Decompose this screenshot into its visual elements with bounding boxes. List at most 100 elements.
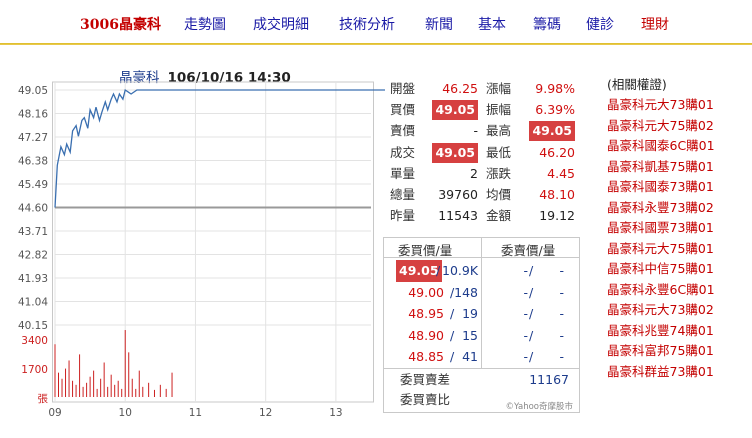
quote-label: 總量 [390, 187, 416, 202]
quote-label: 成交 [390, 144, 416, 160]
x-tick-label: 10 [119, 407, 132, 419]
volume-tick-label: 1700 [21, 364, 48, 376]
ask-separator: / [529, 327, 534, 343]
quote-value: 46.25 [442, 81, 478, 96]
y-tick-label: 47.27 [18, 132, 48, 144]
nav-tab-health[interactable]: 健診 [586, 16, 614, 34]
quote-label: 昨量 [390, 208, 416, 224]
ask-separator: / [529, 263, 534, 278]
quote-row: 成交 49.05 最低 46.20 [386, 142, 581, 163]
nav-tab-technical[interactable]: 技術分析 [339, 16, 395, 34]
warrant-link[interactable]: 晶豪科中信75購01 [607, 259, 747, 280]
quote-label: 最低 [486, 144, 512, 160]
y-tick-label: 44.60 [18, 203, 48, 215]
quote-value: 39760 [438, 187, 478, 202]
x-tick-label: 12 [259, 407, 272, 419]
bid-ask-diff-row: 委買賣差 11167 [384, 370, 579, 390]
y-tick-label: 45.49 [18, 179, 48, 191]
bid-ask-diff-label: 委買賣差 [400, 372, 451, 387]
top-nav: 3006晶豪科 走勢圖 成交明細 技術分析 新聞 基本 籌碼 健診 理財 [0, 0, 752, 44]
warrant-link[interactable]: 晶豪科元大73購01 [607, 95, 747, 116]
warrant-link[interactable]: 晶豪科富邦75購01 [607, 341, 747, 362]
nav-tab-trade-detail[interactable]: 成交明細 [253, 16, 309, 34]
nav-tab-wealth[interactable]: 理財 [641, 16, 669, 34]
ask-price: - [523, 327, 528, 343]
quote-value: 6.39% [535, 102, 575, 118]
quote-value: 11543 [438, 208, 478, 224]
intraday-chart-panel: 晶豪科 106/10/16 14:30 49.05 48.16 47.27 46.38 4… [0, 45, 385, 438]
quote-value: 49.05 [432, 142, 478, 163]
bid-ask-ratio-label: 委買賣比 [400, 392, 451, 407]
y-tick-label: 41.93 [18, 273, 48, 285]
warrant-link[interactable]: 晶豪科兆豐74購01 [607, 321, 747, 342]
volume-tick-label: 張 [38, 393, 49, 405]
warrant-link[interactable]: 晶豪科元大75購02 [607, 116, 747, 137]
order-book-row: 49.00/148- / - [384, 282, 579, 304]
quote-value: 49.05 [432, 100, 478, 121]
quote-row: 單量 2 漲跌 4.45 [386, 164, 581, 184]
ask-volume: - [559, 263, 564, 278]
warrant-link[interactable]: 晶豪科元大75購01 [607, 239, 747, 260]
bid-price: 49.00 [408, 284, 444, 300]
nav-tab-chart[interactable]: 走勢圖 [184, 16, 226, 34]
quote-label: 漲跌 [486, 165, 512, 181]
nav-tab-chips[interactable]: 籌碼 [533, 16, 561, 34]
quote-value: - [473, 123, 478, 139]
bid-volume: 10.9K [442, 263, 479, 278]
nav-tab-basic[interactable]: 基本 [478, 16, 506, 34]
warrants-title: (相關權證) [607, 77, 667, 92]
warrant-list: 晶豪科元大73購01 晶豪科元大75購02 晶豪科國泰6C購01 晶豪科凱基75購01… [607, 95, 747, 382]
ask-separator: / [529, 284, 534, 300]
order-book-row: 48.95/19- / - [384, 303, 579, 325]
quote-value: 46.20 [539, 144, 575, 160]
nav-tab-news[interactable]: 新聞 [425, 16, 453, 34]
quote-label: 賣價 [390, 123, 416, 139]
y-tick-label: 43.71 [18, 226, 48, 238]
y-tick-label: 46.38 [18, 156, 48, 168]
warrant-link[interactable]: 晶豪科元大73購02 [607, 300, 747, 321]
x-tick-label: 11 [189, 407, 202, 419]
warrant-link[interactable]: 晶豪科國泰73購01 [607, 177, 747, 198]
ask-volume: - [559, 306, 564, 322]
y-tick-label: 49.05 [18, 85, 48, 97]
nav-stock-title[interactable]: 3006晶豪科 [80, 16, 161, 34]
quote-row: 昨量 11543 金額 19.12 [386, 206, 581, 226]
ask-price: - [523, 284, 528, 300]
ask-header: 委賣價/量 [501, 243, 556, 258]
ask-price: - [523, 263, 528, 278]
intraday-chart[interactable]: 49.05 48.16 47.27 46.38 45.49 44.60 43.71 42.82… [0, 45, 385, 438]
yahoo-credit: ©Yahoo奇摩股市 [505, 402, 573, 412]
quote-row: 總量 39760 均價 48.10 [386, 185, 581, 205]
quote-row: 賣價 - 最高 49.05 [386, 121, 581, 142]
bid-volume: 15 [462, 327, 478, 343]
volume-tick-label: 3400 [21, 335, 48, 347]
bid-ask-diff-value: 11167 [529, 372, 569, 387]
warrant-link[interactable]: 晶豪科永豐6C購01 [607, 280, 747, 301]
bid-volume: 19 [462, 306, 478, 322]
warrant-link[interactable]: 晶豪科國票73購01 [607, 218, 747, 239]
x-tick-label: 09 [48, 407, 61, 419]
quote-value: 49.05 [529, 121, 575, 142]
y-tick-label: 41.04 [18, 297, 48, 309]
ask-price: - [523, 349, 528, 365]
ask-separator: / [529, 306, 534, 322]
bid-price: 48.90 [408, 327, 444, 343]
y-tick-label: 40.15 [18, 320, 48, 332]
bid-price: 49.05 [396, 260, 442, 282]
quote-value: 2 [470, 165, 478, 181]
order-book-separator [384, 368, 579, 369]
quote-label: 均價 [486, 187, 512, 202]
warrant-link[interactable]: 晶豪科國泰6C購01 [607, 136, 747, 157]
quote-row: 買價 49.05 振幅 6.39% [386, 100, 581, 121]
warrant-link[interactable]: 晶豪科群益73購01 [607, 362, 747, 383]
quote-label: 買價 [390, 102, 416, 118]
quote-value: 19.12 [539, 208, 575, 224]
quote-label: 金額 [486, 208, 512, 224]
ask-price: - [523, 306, 528, 322]
ask-separator: / [529, 349, 534, 365]
warrant-link[interactable]: 晶豪科永豐73購02 [607, 198, 747, 219]
bid-price: 48.85 [408, 349, 444, 365]
warrant-link[interactable]: 晶豪科凱基75購01 [607, 157, 747, 178]
bid-volume: 41 [462, 349, 478, 365]
order-book-row: 48.90/15- / - [384, 325, 579, 347]
